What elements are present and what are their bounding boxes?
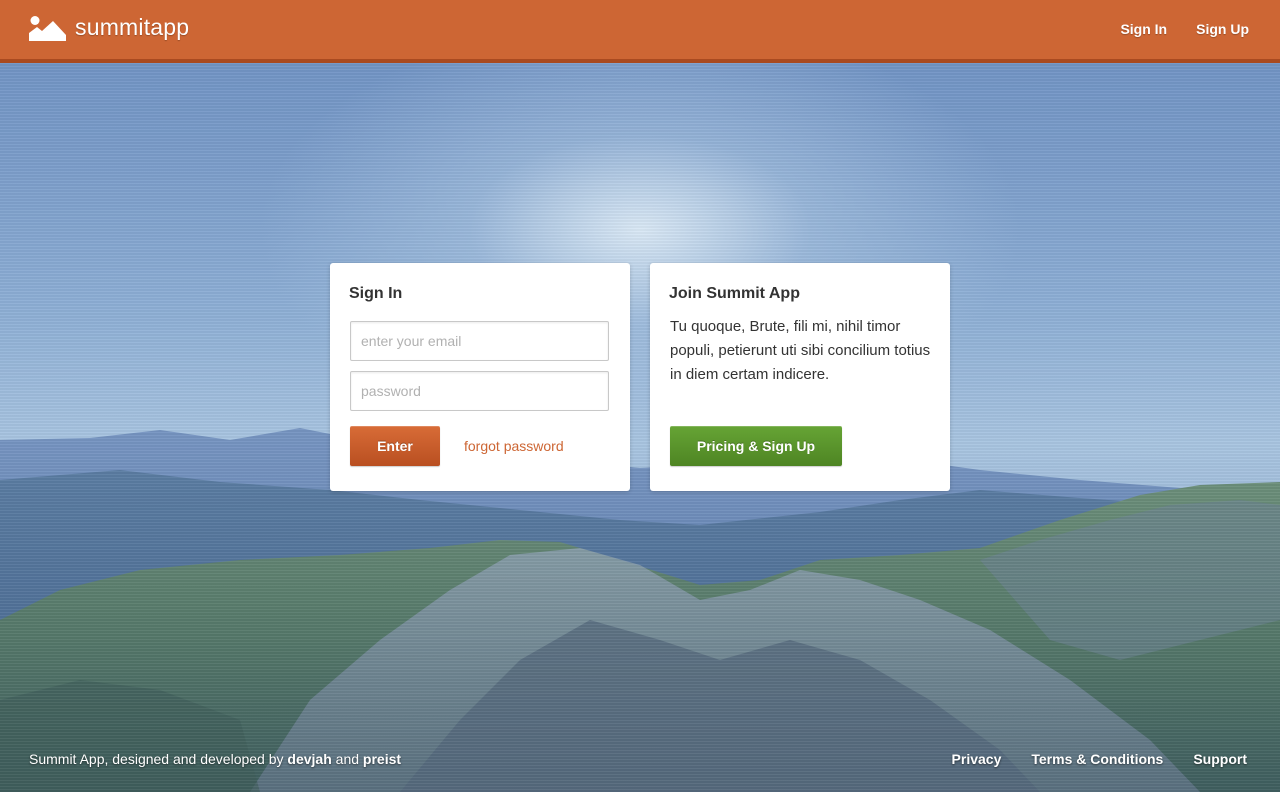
credit-and: and [335, 751, 360, 767]
credit-author-devjah[interactable]: devjah [287, 751, 331, 767]
join-description: Tu quoque, Brute, fili mi, nihil timor p… [670, 318, 931, 383]
credit-prefix: Summit App, designed and developed by [29, 751, 284, 767]
terms-link[interactable]: Terms & Conditions [1031, 751, 1163, 767]
sign-in-title: Sign In [349, 285, 403, 302]
enter-button[interactable]: Enter [350, 426, 440, 466]
support-link[interactable]: Support [1193, 751, 1247, 767]
forgot-password-link[interactable]: forgot password [464, 438, 564, 454]
privacy-link[interactable]: Privacy [952, 751, 1002, 767]
footer-credits: Summit App, designed and developed by de… [29, 751, 401, 767]
brand-name: summitapp [75, 14, 190, 40]
join-card: Join Summit App Tu quoque, Brute, fili m… [650, 263, 950, 491]
credit-author-preist[interactable]: preist [363, 751, 401, 767]
join-title: Join Summit App [669, 285, 800, 302]
top-bar: summitapp Sign In Sign Up [0, 0, 1280, 63]
nav-sign-in-link[interactable]: Sign In [1120, 21, 1167, 37]
top-nav: Sign In Sign Up [1120, 21, 1249, 37]
mountain-scene [0, 428, 1280, 792]
footer-links: Privacy Terms & Conditions Support [952, 751, 1247, 767]
email-field[interactable] [350, 321, 609, 361]
sign-in-card: Sign In Enter forgot password [330, 263, 630, 491]
nav-sign-up-link[interactable]: Sign Up [1196, 21, 1249, 37]
mountain-logo-icon [29, 15, 66, 41]
background-landscape [0, 0, 1280, 792]
pricing-sign-up-button[interactable]: Pricing & Sign Up [670, 426, 842, 466]
password-field[interactable] [350, 371, 609, 411]
logo[interactable]: summitapp [29, 14, 189, 41]
